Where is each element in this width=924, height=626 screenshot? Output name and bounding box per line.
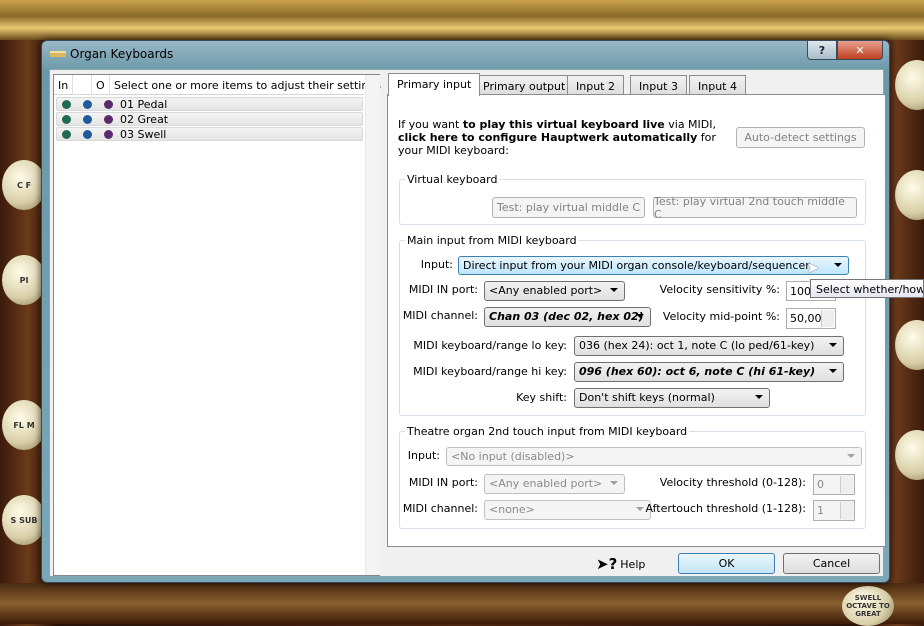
group-legend: Main input from MIDI keyboard: [405, 234, 579, 247]
column-in[interactable]: In: [54, 75, 73, 95]
velocity-midpoint-spinner[interactable]: 50,00: [786, 308, 836, 329]
stop-knob[interactable]: [895, 170, 924, 220]
list-item[interactable]: 01 Pedal: [56, 97, 363, 111]
ok-button[interactable]: OK: [678, 553, 775, 574]
item-label: 03 Swell: [120, 127, 167, 141]
help-title-button[interactable]: ?: [807, 41, 837, 60]
velocity-threshold-spinner[interactable]: 0: [813, 474, 855, 495]
app-icon: [50, 51, 66, 57]
cancel-button[interactable]: Cancel: [783, 553, 880, 574]
dialog-client: In O Select one or more items to adjust …: [49, 69, 886, 577]
lo-key-select[interactable]: 036 (hex 24): oct 1, note C (lo ped/61-k…: [574, 336, 844, 356]
organ-background-top: [0, 0, 924, 40]
test-2nd-touch-button[interactable]: Test: play virtual 2nd touch middle C: [653, 195, 857, 221]
chevron-down-icon: [834, 263, 842, 267]
tab-input-4[interactable]: Input 4: [689, 75, 746, 95]
midi-channel-label: MIDI channel:: [402, 309, 478, 322]
status-indicator-icon: [83, 129, 92, 139]
chevron-down-icon: [610, 288, 618, 292]
column-out[interactable]: O: [92, 75, 110, 95]
group-legend: Theatre organ 2nd touch input from MIDI …: [405, 425, 690, 438]
tab-primary-input[interactable]: Primary input: [388, 73, 481, 96]
hi-key-label: MIDI keyboard/range hi key:: [413, 365, 567, 378]
tab-input-2[interactable]: Input 2: [567, 75, 624, 95]
column-name[interactable]: Select one or more items to adjust their…: [110, 75, 381, 95]
velocity-threshold-label: Velocity threshold (0-128):: [659, 476, 806, 489]
list-header: In O Select one or more items to adjust …: [54, 75, 381, 95]
theatre-port-select[interactable]: <Any enabled port>: [484, 474, 625, 494]
spin-arrows-icon: [821, 310, 834, 327]
status-indicator-icon: [83, 99, 92, 109]
intro-text: If you want to play this virtual keyboar…: [398, 118, 716, 157]
help-button[interactable]: ➤? Help: [596, 555, 645, 573]
group-legend: Virtual keyboard: [405, 173, 500, 186]
item-label: 01 Pedal: [120, 97, 168, 111]
window-title: Organ Keyboards: [70, 47, 174, 61]
theatre-group: Theatre organ 2nd touch input from MIDI …: [399, 425, 866, 529]
input-label: Input:: [420, 258, 453, 271]
test-middle-c-button[interactable]: Test: play virtual middle C: [492, 197, 645, 218]
stop-knob[interactable]: S SUB: [2, 495, 46, 545]
midi-in-port-select[interactable]: <Any enabled port>: [484, 281, 625, 301]
swell-octave-knob[interactable]: SWELL OCTAVE TO GREAT: [842, 586, 894, 626]
close-icon: ✕: [855, 43, 865, 57]
chevron-down-icon: [829, 369, 837, 373]
chevron-down-icon: [847, 454, 855, 458]
tooltip: Select whether/how MIDI: [810, 279, 924, 298]
velocity-sensitivity-label: Velocity sensitivity %:: [659, 283, 780, 296]
stop-knob[interactable]: PI: [2, 255, 46, 305]
close-button[interactable]: ✕: [837, 41, 883, 60]
virtual-keyboard-group: Virtual keyboard Test: play virtual midd…: [399, 173, 866, 225]
help-cursor-icon: ➤?: [596, 555, 618, 573]
spin-arrows-icon: [840, 476, 853, 493]
primary-input-panel: If you want to play this virtual keyboar…: [387, 94, 886, 547]
list-item[interactable]: 02 Great: [56, 112, 363, 126]
input-select[interactable]: Direct input from your MIDI organ consol…: [458, 256, 849, 275]
theatre-port-label: MIDI IN port:: [408, 476, 478, 489]
keyboard-list[interactable]: In O Select one or more items to adjust …: [53, 74, 381, 576]
column-blank[interactable]: [73, 75, 92, 95]
auto-detect-button[interactable]: Auto-detect settings: [736, 127, 865, 148]
out-indicator-icon: [104, 114, 113, 124]
aftertouch-threshold-spinner[interactable]: 1: [813, 500, 855, 521]
main-input-group: Main input from MIDI keyboard Input: Dir…: [399, 234, 866, 416]
theatre-input-select[interactable]: <No input (disabled)>: [446, 447, 862, 466]
theatre-input-label: Input:: [407, 449, 440, 462]
stop-knob[interactable]: [895, 430, 924, 480]
out-indicator-icon: [104, 99, 113, 109]
lo-key-label: MIDI keyboard/range lo key:: [413, 339, 567, 352]
list-scrollbar[interactable]: [365, 75, 380, 575]
list-item[interactable]: 03 Swell: [56, 127, 363, 141]
theatre-channel-select[interactable]: <none>: [484, 500, 651, 520]
item-label: 02 Great: [120, 112, 169, 126]
in-indicator-icon: [62, 114, 71, 124]
in-indicator-icon: [62, 129, 71, 139]
organ-keyboards-dialog: Organ Keyboards ? ✕ In O Select one or m…: [41, 40, 890, 583]
stop-knob[interactable]: [895, 60, 924, 110]
status-indicator-icon: [83, 114, 92, 124]
mouse-cursor-icon: ➤: [806, 258, 820, 277]
tab-primary-output[interactable]: Primary output: [474, 75, 575, 95]
organ-background-bottom: [0, 583, 924, 624]
tab-input-3[interactable]: Input 3: [630, 75, 687, 95]
chevron-down-icon: [829, 343, 837, 347]
theatre-channel-label: MIDI channel:: [402, 502, 478, 515]
in-indicator-icon: [62, 99, 71, 109]
stop-knob[interactable]: [895, 320, 924, 370]
out-indicator-icon: [104, 129, 113, 139]
midi-in-port-label: MIDI IN port:: [408, 283, 478, 296]
stop-knob[interactable]: FL M: [2, 400, 46, 450]
chevron-down-icon: [755, 395, 763, 399]
midi-channel-select[interactable]: Chan 03 (dec 02, hex 02): [484, 307, 651, 327]
help-icon: ?: [818, 43, 826, 57]
spin-arrows-icon: [840, 502, 853, 519]
velocity-midpoint-label: Velocity mid-point %:: [662, 310, 780, 323]
key-shift-label: Key shift:: [516, 391, 567, 404]
key-shift-select[interactable]: Don't shift keys (normal): [574, 388, 770, 408]
aftertouch-threshold-label: Aftertouch threshold (1-128):: [645, 502, 807, 515]
hi-key-select[interactable]: 096 (hex 60): oct 6, note C (hi 61-key): [574, 362, 844, 382]
chevron-down-icon: [610, 481, 618, 485]
stop-knob[interactable]: C F: [2, 160, 46, 210]
